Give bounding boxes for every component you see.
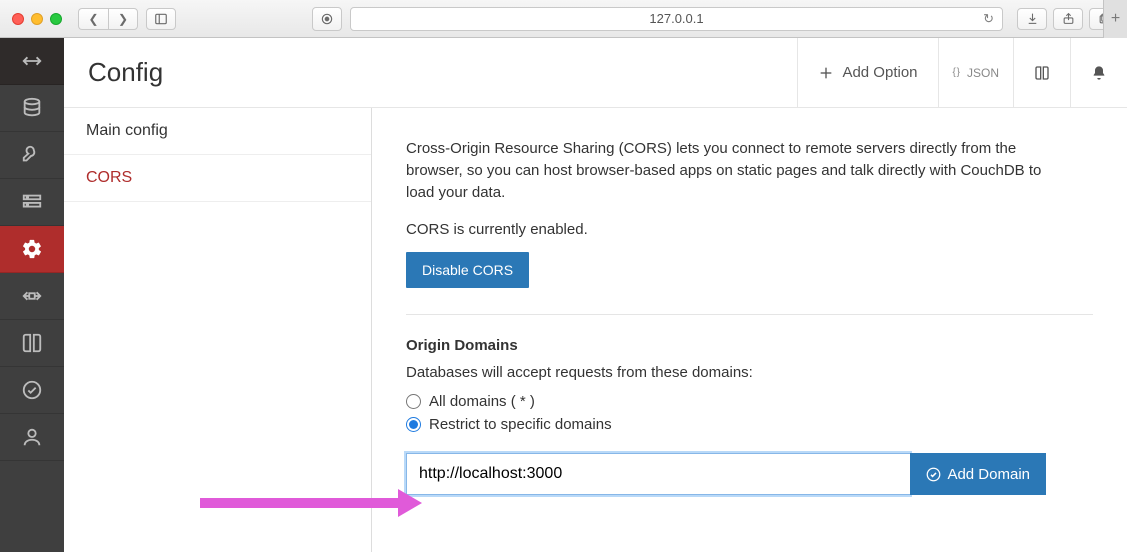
rail-item-verify[interactable] bbox=[0, 367, 64, 414]
add-option-button[interactable]: Add Option bbox=[797, 38, 937, 107]
bell-icon bbox=[1091, 65, 1107, 81]
forward-button[interactable]: ❯ bbox=[108, 8, 138, 30]
reload-icon[interactable]: ↻ bbox=[983, 11, 994, 27]
add-domain-row: Add Domain bbox=[406, 453, 1046, 495]
rail-item-databases[interactable] bbox=[0, 85, 64, 132]
plus-icon bbox=[818, 65, 834, 81]
share-button[interactable] bbox=[1053, 8, 1083, 30]
disable-cors-button[interactable]: Disable CORS bbox=[406, 252, 529, 288]
sidebar-toggle-button[interactable] bbox=[146, 8, 176, 30]
rail-item-setup[interactable] bbox=[0, 132, 64, 179]
domain-input[interactable] bbox=[406, 453, 910, 495]
origin-domains-sub: Databases will accept requests from thes… bbox=[406, 364, 1093, 381]
page-title: Config bbox=[88, 57, 163, 88]
check-circle-icon bbox=[926, 467, 941, 482]
app-siderail bbox=[0, 38, 64, 552]
nav-back-forward: ❮ ❯ bbox=[78, 8, 138, 30]
origin-domains-heading: Origin Domains bbox=[406, 337, 1093, 354]
json-button[interactable]: { } JSON bbox=[938, 38, 1013, 107]
downloads-button[interactable] bbox=[1017, 8, 1047, 30]
radio-all-domains[interactable]: All domains ( * ) bbox=[406, 393, 1093, 410]
rail-item-config[interactable] bbox=[0, 226, 64, 273]
radio-all-domains-input[interactable] bbox=[406, 394, 421, 409]
rail-item-replication[interactable] bbox=[0, 273, 64, 320]
subnav-item-cors[interactable]: CORS bbox=[64, 155, 371, 202]
add-option-label: Add Option bbox=[842, 64, 917, 81]
browser-toolbar: ❮ ❯ 127.0.0.1 ↻ + bbox=[0, 0, 1127, 38]
app-header: Config Add Option { } JSON bbox=[64, 38, 1127, 108]
reader-button[interactable] bbox=[312, 7, 342, 31]
new-tab-button[interactable]: + bbox=[1103, 0, 1127, 38]
rail-item-resize[interactable] bbox=[0, 38, 64, 85]
rail-item-login[interactable] bbox=[0, 414, 64, 461]
radio-restrict-domains-label: Restrict to specific domains bbox=[429, 416, 612, 433]
minimize-window-button[interactable] bbox=[31, 13, 43, 25]
add-domain-label: Add Domain bbox=[947, 466, 1030, 483]
braces-icon: { } bbox=[953, 67, 959, 78]
address-bar[interactable]: 127.0.0.1 ↻ bbox=[350, 7, 1003, 31]
radio-restrict-domains[interactable]: Restrict to specific domains bbox=[406, 416, 1093, 433]
config-subnav: Main config CORS bbox=[64, 108, 372, 552]
add-domain-button[interactable]: Add Domain bbox=[910, 453, 1046, 495]
json-label: JSON bbox=[967, 66, 999, 80]
book-icon bbox=[1034, 65, 1050, 81]
disable-cors-label: Disable CORS bbox=[422, 262, 513, 278]
docs-button[interactable] bbox=[1013, 38, 1070, 107]
window-controls bbox=[12, 13, 62, 25]
cors-intro-text: Cross-Origin Resource Sharing (CORS) let… bbox=[406, 138, 1046, 203]
zoom-window-button[interactable] bbox=[50, 13, 62, 25]
back-button[interactable]: ❮ bbox=[78, 8, 108, 30]
radio-restrict-domains-input[interactable] bbox=[406, 417, 421, 432]
radio-all-domains-label: All domains ( * ) bbox=[429, 393, 535, 410]
rail-item-active-tasks[interactable] bbox=[0, 179, 64, 226]
address-text: 127.0.0.1 bbox=[649, 11, 703, 26]
notifications-button[interactable] bbox=[1070, 38, 1127, 107]
close-window-button[interactable] bbox=[12, 13, 24, 25]
section-divider bbox=[406, 314, 1093, 315]
cors-panel: Cross-Origin Resource Sharing (CORS) let… bbox=[372, 108, 1127, 552]
rail-item-documentation[interactable] bbox=[0, 320, 64, 367]
subnav-item-main-config[interactable]: Main config bbox=[64, 108, 371, 155]
cors-status-text: CORS is currently enabled. bbox=[406, 221, 1093, 238]
